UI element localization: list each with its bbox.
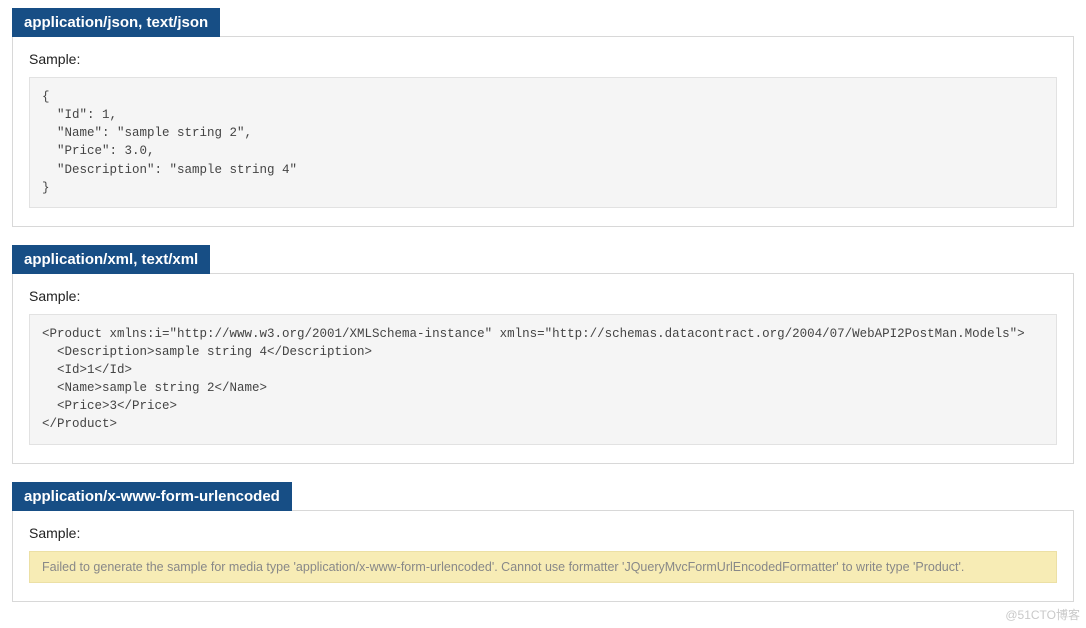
warning-message: Failed to generate the sample for media … — [29, 551, 1057, 583]
section-xml: application/xml, text/xml Sample: <Produ… — [12, 245, 1074, 464]
code-sample-xml: <Product xmlns:i="http://www.w3.org/2001… — [29, 314, 1057, 445]
code-sample-json: { "Id": 1, "Name": "sample string 2", "P… — [29, 77, 1057, 208]
section-body-json: Sample: { "Id": 1, "Name": "sample strin… — [12, 36, 1074, 227]
section-header-xml: application/xml, text/xml — [12, 245, 210, 274]
sample-label: Sample: — [29, 525, 1057, 541]
section-body-form-urlencoded: Sample: Failed to generate the sample fo… — [12, 510, 1074, 602]
sample-label: Sample: — [29, 51, 1057, 67]
section-form-urlencoded: application/x-www-form-urlencoded Sample… — [12, 482, 1074, 602]
watermark: @51CTO博客 — [1005, 606, 1080, 623]
section-json: application/json, text/json Sample: { "I… — [12, 8, 1074, 227]
section-header-form-urlencoded: application/x-www-form-urlencoded — [12, 482, 292, 511]
section-header-json: application/json, text/json — [12, 8, 220, 37]
sample-label: Sample: — [29, 288, 1057, 304]
section-body-xml: Sample: <Product xmlns:i="http://www.w3.… — [12, 273, 1074, 464]
